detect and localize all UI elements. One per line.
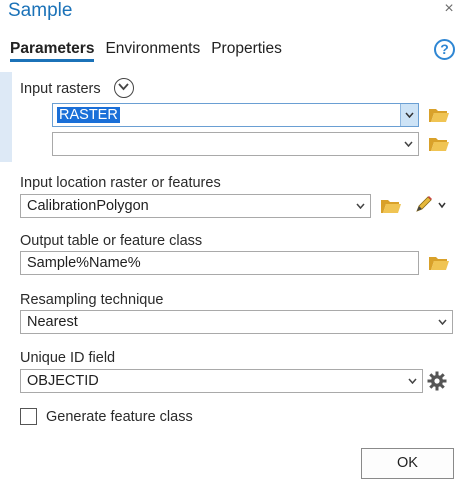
generate-feature-label: Generate feature class: [46, 409, 193, 425]
input-location-label: Input location raster or features: [20, 175, 221, 191]
generate-feature-checkbox[interactable]: [20, 408, 37, 425]
chevron-down-icon[interactable]: [400, 104, 418, 126]
chevron-down-icon[interactable]: [352, 195, 370, 217]
folder-icon[interactable]: [428, 254, 450, 272]
unique-id-select[interactable]: OBJECTID: [20, 369, 423, 393]
input-raster-value-1: RASTER: [57, 107, 120, 123]
resampling-select[interactable]: Nearest: [20, 310, 453, 334]
window-title: Sample: [8, 0, 73, 21]
pencil-icon[interactable]: [414, 196, 448, 214]
output-table-input[interactable]: Sample%Name%: [20, 251, 419, 275]
close-icon[interactable]: ×: [440, 0, 458, 18]
chevron-down-icon[interactable]: [404, 370, 422, 392]
input-raster-field-1[interactable]: RASTER: [52, 103, 419, 127]
active-parameter-highlight: [0, 72, 12, 162]
input-raster-field-2[interactable]: [52, 132, 419, 156]
help-icon[interactable]: ?: [434, 39, 455, 60]
folder-icon[interactable]: [428, 106, 450, 124]
folder-icon[interactable]: [380, 197, 402, 215]
gear-icon[interactable]: [427, 371, 447, 391]
folder-icon[interactable]: [428, 135, 450, 153]
tab-environments[interactable]: Environments: [105, 40, 200, 62]
input-location-select[interactable]: CalibrationPolygon: [20, 194, 371, 218]
chevron-down-icon[interactable]: [434, 311, 452, 333]
expand-circle-icon[interactable]: [114, 78, 134, 98]
output-table-value: Sample%Name%: [27, 255, 141, 271]
resampling-value: Nearest: [27, 314, 78, 330]
ok-button[interactable]: OK: [361, 448, 454, 479]
resampling-label: Resampling technique: [20, 292, 164, 308]
unique-id-value: OBJECTID: [27, 373, 99, 389]
input-rasters-label: Input rasters: [20, 81, 101, 97]
tab-bar: Parameters Environments Properties: [10, 40, 293, 62]
chevron-down-icon[interactable]: [400, 133, 418, 155]
input-location-value: CalibrationPolygon: [27, 198, 149, 214]
tab-parameters[interactable]: Parameters: [10, 40, 95, 62]
unique-id-label: Unique ID field: [20, 350, 116, 366]
tab-properties[interactable]: Properties: [211, 40, 282, 62]
output-table-label: Output table or feature class: [20, 233, 203, 249]
